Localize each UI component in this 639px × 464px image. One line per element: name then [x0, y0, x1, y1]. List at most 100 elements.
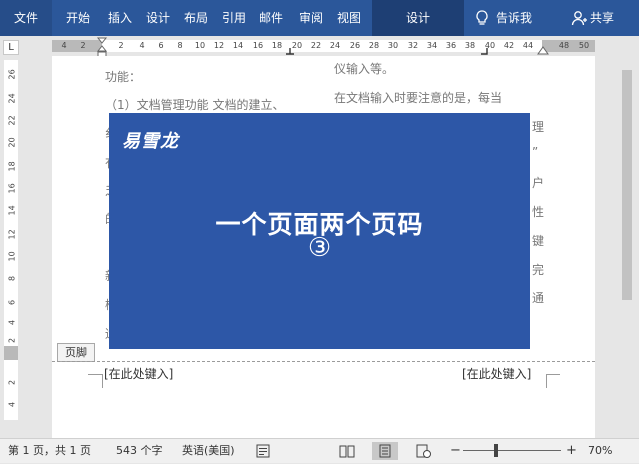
overlay-step-number: ③	[307, 233, 332, 263]
status-bar: 第 1 页，共 1 页 543 个字 英语(美国) − + 70%	[0, 438, 639, 463]
tell-me-button[interactable]: 告诉我	[496, 0, 544, 36]
ruler-number: 14	[7, 205, 17, 216]
crop-mark	[88, 374, 103, 388]
zoom-slider-track[interactable]	[463, 450, 561, 451]
vertical-ruler[interactable]: 26 24 22 20 18 16 14 12 10 8 6 4 2 2 4	[4, 56, 18, 438]
read-mode-icon	[339, 445, 355, 458]
body-text-line[interactable]: ”	[532, 145, 538, 159]
body-text-line[interactable]: 键	[532, 232, 544, 249]
footer-placeholder-right[interactable]: [在此处键入]	[462, 365, 531, 382]
horizontal-ruler[interactable]: 4 2 2 4 6 8 10 12 14 16 18 20 22 24 26 2…	[52, 40, 595, 52]
body-text-line[interactable]: 功能：	[105, 68, 141, 85]
ruler-number: 18	[271, 41, 283, 50]
crop-mark	[88, 374, 102, 375]
tab-view[interactable]: 视图	[329, 0, 369, 36]
ruler-number: 28	[368, 41, 380, 50]
center-tab-stop-icon[interactable]	[286, 48, 294, 56]
footer-separator	[52, 361, 595, 362]
body-text-line[interactable]: 户	[532, 174, 544, 191]
ruler-number: 12	[7, 229, 17, 240]
body-text-line[interactable]: 通	[532, 289, 544, 306]
ruler-number: 26	[349, 41, 361, 50]
ruler-number: 2	[80, 41, 86, 50]
ruler-number: 2	[7, 379, 17, 386]
ruler-number: 50	[578, 41, 590, 50]
ruler-number: 24	[7, 93, 17, 104]
ruler-number: 26	[7, 69, 17, 80]
web-layout-icon	[416, 444, 431, 458]
ruler-number: 24	[329, 41, 341, 50]
crop-mark	[546, 374, 561, 388]
page-count[interactable]: 第 1 页，共 1 页	[8, 439, 91, 463]
ruler-number: 2	[118, 41, 124, 50]
tab-design[interactable]: 设计	[138, 0, 178, 36]
ruler-number: 18	[7, 161, 17, 172]
ruler-number: 36	[445, 41, 457, 50]
ruler-number: 4	[7, 319, 17, 326]
ruler-number: 16	[7, 183, 17, 194]
ruler-number: 8	[177, 41, 183, 50]
body-text-line[interactable]: 仪输入等。	[334, 60, 394, 77]
body-text-line[interactable]: （1）文档管理功能 文档的建立、	[105, 96, 284, 113]
tab-layout[interactable]: 布局	[176, 0, 216, 36]
tab-references[interactable]: 引用	[214, 0, 254, 36]
right-indent-marker-icon[interactable]	[537, 45, 549, 55]
ruler-number: 32	[407, 41, 419, 50]
ruler-number: 42	[503, 41, 515, 50]
tab-review[interactable]: 审阅	[291, 0, 331, 36]
ruler-number: 16	[252, 41, 264, 50]
read-mode-button[interactable]	[334, 442, 360, 460]
ribbon-tab-bar: 文件 开始 插入 设计 布局 引用 邮件 审阅 视图 设计 告诉我 共享	[0, 0, 639, 36]
macro-record-icon[interactable]	[256, 444, 270, 458]
ruler-number: 38	[464, 41, 476, 50]
ruler-number: 4	[61, 41, 67, 50]
ruler-number: 8	[7, 275, 17, 282]
tab-file[interactable]: 文件	[0, 0, 52, 36]
vruler-margin	[4, 346, 18, 360]
ruler-number: 30	[387, 41, 399, 50]
ruler-number: 22	[310, 41, 322, 50]
ruler-left-margin	[52, 40, 102, 52]
ruler-number: 34	[426, 41, 438, 50]
footer-placeholder-left[interactable]: [在此处键入]	[104, 365, 173, 382]
web-layout-button[interactable]	[410, 442, 436, 460]
ruler-number: 10	[194, 41, 206, 50]
footer-label-tag: 页脚	[57, 343, 95, 362]
share-button[interactable]: 共享	[590, 0, 624, 36]
ruler-number: 4	[139, 41, 145, 50]
ruler-number: 20	[7, 137, 17, 148]
tab-insert[interactable]: 插入	[100, 0, 140, 36]
lightbulb-icon[interactable]	[474, 10, 490, 26]
body-text-line[interactable]: 在文档输入时要注意的是，每当	[334, 89, 502, 106]
zoom-in-button[interactable]: +	[566, 439, 577, 463]
vertical-scrollbar[interactable]	[617, 56, 639, 438]
ruler-number: 14	[232, 41, 244, 50]
body-text-line[interactable]: 理	[532, 118, 544, 135]
scrollbar-thumb[interactable]	[622, 70, 632, 300]
word-count[interactable]: 543 个字	[116, 439, 163, 463]
brand-logo: 易雪龙	[122, 131, 179, 152]
language-indicator[interactable]: 英语(美国)	[182, 439, 235, 463]
ruler-number: 44	[522, 41, 534, 50]
ruler-number: 2	[7, 337, 17, 344]
body-text-line[interactable]: 性	[532, 203, 544, 220]
tab-home[interactable]: 开始	[58, 0, 98, 36]
zoom-slider-thumb[interactable]	[494, 444, 498, 457]
tab-selector[interactable]: L	[3, 40, 19, 55]
ruler-number: 4	[7, 401, 17, 408]
zoom-level[interactable]: 70%	[588, 439, 612, 463]
tab-mailings[interactable]: 邮件	[251, 0, 291, 36]
print-layout-icon	[379, 444, 391, 458]
ruler-number: 10	[7, 251, 17, 262]
right-tab-stop-icon[interactable]	[481, 48, 489, 56]
share-person-icon[interactable]	[571, 10, 587, 26]
ruler-number: 6	[158, 41, 164, 50]
tutorial-overlay-card: 易雪龙 一个页面两个页码 ③	[109, 113, 530, 349]
ruler-number: 6	[7, 299, 17, 306]
ruler-number: 22	[7, 115, 17, 126]
zoom-out-button[interactable]: −	[450, 439, 461, 463]
body-text-line[interactable]: 完	[532, 261, 544, 278]
ruler-number: 12	[213, 41, 225, 50]
print-layout-button[interactable]	[372, 442, 398, 460]
tab-header-footer-design[interactable]: 设计	[372, 0, 464, 36]
